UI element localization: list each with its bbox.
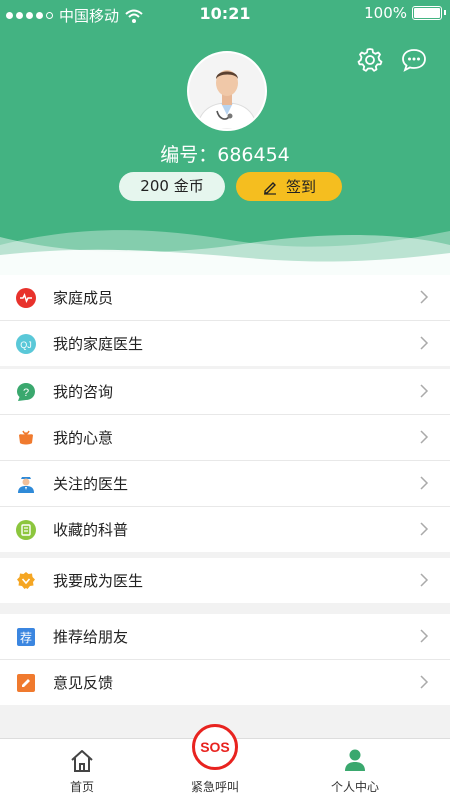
svg-text:QJ: QJ (20, 340, 32, 350)
recommend-icon: 荐 (16, 627, 36, 647)
menu-label: 家庭成员 (53, 289, 114, 307)
menu-group-family: 家庭成员 QJ 我的家庭医生 (0, 275, 450, 366)
coins-badge[interactable]: 200 金币 (119, 172, 225, 201)
tab-profile-label: 个人中心 (330, 780, 379, 794)
menu-label: 推荐给朋友 (53, 628, 129, 646)
profile-header: 中国移动 10:21 100% 编号：686454 200 金币 签到 (0, 0, 450, 275)
menu-item-followed-doctors[interactable]: 关注的医生 (0, 461, 450, 507)
chevron-right-icon (420, 384, 429, 398)
signin-button[interactable]: 签到 (236, 172, 342, 201)
chevron-right-icon (420, 522, 429, 536)
menu-group-become-doctor: 我要成为医生 (0, 558, 450, 603)
chevron-right-icon (420, 476, 429, 490)
avatar[interactable] (187, 51, 267, 131)
battery-percent: 100% (364, 4, 407, 22)
menu-item-become-doctor[interactable]: 我要成为医生 (0, 558, 450, 603)
chevron-right-icon (420, 629, 429, 643)
settings-gear-icon[interactable] (356, 46, 384, 74)
user-id-label: 编号： (160, 144, 218, 166)
svg-text:荐: 荐 (20, 631, 32, 645)
user-id-line: 编号：686454 (0, 140, 450, 167)
menu-item-family-doctor[interactable]: QJ 我的家庭医生 (0, 321, 450, 366)
menu-group-activity: ? 我的咨询 我的心意 关注的医生 收藏的科普 (0, 369, 450, 552)
chevron-right-icon (420, 675, 429, 689)
status-bar: 中国移动 10:21 100% (0, 0, 450, 28)
menu-label: 我的咨询 (53, 383, 114, 401)
menu-label: 我的家庭医生 (53, 335, 144, 353)
menu-label: 收藏的科普 (53, 521, 129, 539)
pencil-icon (263, 181, 276, 195)
chevron-right-icon (420, 336, 429, 350)
signin-label: 签到 (285, 178, 316, 196)
tab-profile[interactable]: 个人中心 (305, 739, 405, 801)
user-id-value: 686454 (217, 144, 290, 166)
menu-item-saved-articles[interactable]: 收藏的科普 (0, 507, 450, 552)
menu-label: 我的心意 (53, 429, 114, 447)
menu-group-share: 荐 推荐给朋友 意见反馈 (0, 614, 450, 705)
family-doctor-icon: QJ (16, 333, 36, 354)
menu-item-my-consultations[interactable]: ? 我的咨询 (0, 369, 450, 415)
home-icon (71, 750, 93, 772)
chevron-right-icon (420, 290, 429, 304)
sos-button[interactable]: SOS (192, 724, 238, 770)
battery-icon (412, 6, 446, 20)
menu-item-feedback[interactable]: 意见反馈 (0, 660, 450, 705)
menu-item-family-members[interactable]: 家庭成员 (0, 275, 450, 321)
tab-emergency-label: 紧急呼叫 (190, 780, 239, 794)
chevron-right-icon (420, 573, 429, 587)
decorative-waves (0, 230, 450, 275)
person-icon (345, 749, 365, 771)
heart-pulse-icon (16, 287, 36, 308)
menu-label: 关注的医生 (53, 475, 129, 493)
feedback-icon (16, 673, 36, 693)
bookmark-doc-icon (16, 519, 36, 540)
menu-label: 我要成为医生 (53, 572, 144, 590)
tab-home-label: 首页 (69, 780, 94, 794)
badge-icon (16, 571, 36, 591)
menu-item-recommend[interactable]: 荐 推荐给朋友 (0, 614, 450, 660)
menu-item-my-gratitude[interactable]: 我的心意 (0, 415, 450, 461)
svg-text:?: ? (23, 387, 29, 399)
question-bubble-icon: ? (16, 382, 36, 402)
gift-flower-icon (16, 428, 36, 448)
doctor-icon (16, 474, 36, 494)
menu-label: 意见反馈 (53, 674, 114, 692)
chevron-right-icon (420, 430, 429, 444)
message-bubble-icon[interactable] (400, 46, 428, 74)
tab-home[interactable]: 首页 (32, 739, 132, 801)
